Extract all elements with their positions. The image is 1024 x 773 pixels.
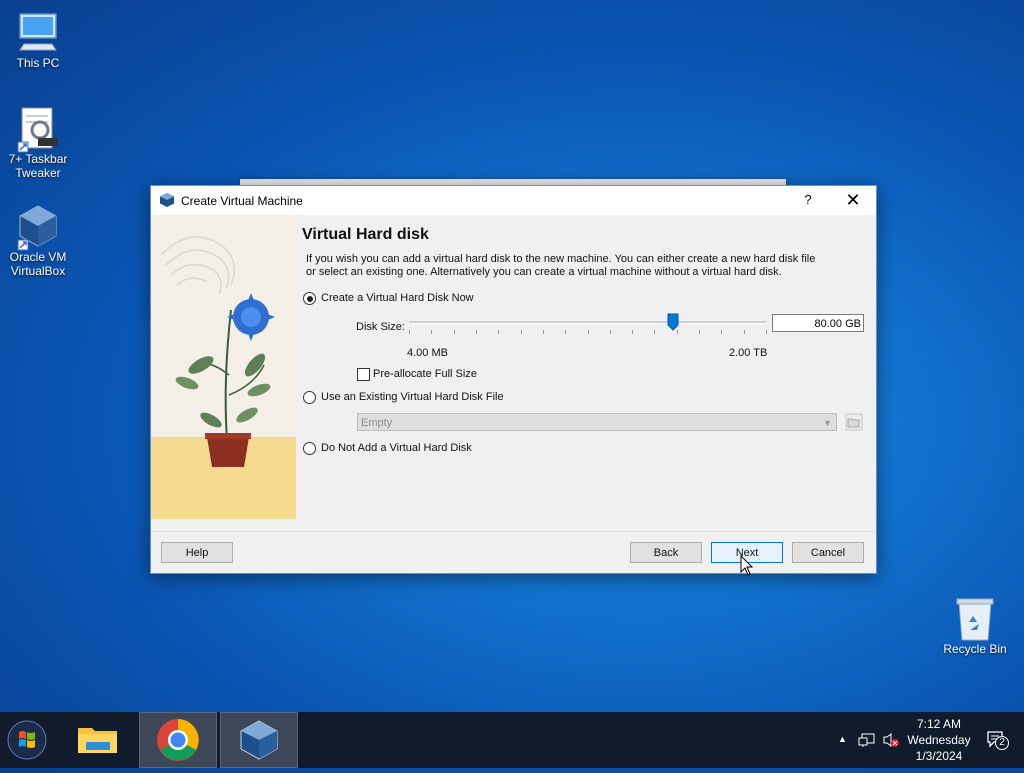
- virtualbox-icon: [240, 720, 278, 760]
- dialog-titlebar[interactable]: Create Virtual Machine ? ✕: [151, 186, 876, 215]
- slider-tick: [409, 330, 410, 334]
- slider-tick: [610, 330, 611, 334]
- existing-disk-value: Empty: [361, 417, 393, 429]
- action-center-button[interactable]: 2: [986, 730, 1016, 752]
- dialog-title: Create Virtual Machine: [181, 194, 303, 208]
- slider-tick: [721, 330, 722, 334]
- radio-use-existing[interactable]: [303, 391, 316, 404]
- disk-size-max-label: 2.00 TB: [729, 347, 768, 359]
- page-description: If you wish you can add a virtual hard d…: [306, 253, 816, 278]
- chevron-down-icon: ▼: [823, 418, 832, 428]
- slider-tick: [565, 330, 566, 334]
- folder-icon: [845, 413, 863, 431]
- disk-size-input[interactable]: 80.00 GB: [772, 314, 864, 332]
- slider-tick: [431, 330, 432, 334]
- desktop-icon-label: Oracle VM VirtualBox: [9, 250, 67, 278]
- disk-size-min-label: 4.00 MB: [407, 347, 448, 359]
- virtualbox-icon: [159, 192, 175, 213]
- taskbar-tweaker-icon: [16, 106, 60, 153]
- slider-tick: [632, 330, 633, 334]
- close-icon[interactable]: ✕: [839, 189, 867, 211]
- desktop-icon-7-taskbar-tweaker[interactable]: 7+ Taskbar Tweaker: [2, 106, 74, 180]
- desktop-icon-virtualbox[interactable]: Oracle VM VirtualBox: [2, 204, 74, 278]
- disk-size-label: Disk Size:: [356, 321, 405, 333]
- slider-tick: [766, 330, 767, 334]
- help-button[interactable]: Help: [161, 542, 233, 563]
- slider-tick: [744, 330, 745, 334]
- taskbar-virtualbox[interactable]: [220, 712, 298, 768]
- desktop-icon-label: Recycle Bin: [943, 642, 1007, 656]
- clock-day: Wednesday: [907, 733, 971, 747]
- slider-tick: [654, 330, 655, 334]
- slider-tick: [699, 330, 700, 334]
- radio-create-disk-label[interactable]: Create a Virtual Hard Disk Now: [321, 292, 474, 304]
- disk-size-slider-thumb[interactable]: [667, 313, 679, 331]
- radio-no-disk[interactable]: [303, 442, 316, 455]
- existing-disk-select[interactable]: Empty ▼: [357, 413, 837, 431]
- radio-no-disk-label[interactable]: Do Not Add a Virtual Hard Disk: [321, 442, 472, 454]
- windows-start-icon: [7, 720, 47, 760]
- radio-create-disk[interactable]: [303, 292, 316, 305]
- disk-size-slider-track[interactable]: [409, 321, 766, 324]
- desktop-icon-label: This PC: [16, 56, 60, 70]
- desktop-icon-label: 7+ Taskbar Tweaker: [8, 152, 68, 180]
- slider-tick: [476, 330, 477, 334]
- volume-muted-icon[interactable]: [882, 732, 900, 751]
- slider-tick: [454, 330, 455, 334]
- slider-tick: [677, 330, 678, 334]
- desktop-icon-recycle-bin[interactable]: Recycle Bin: [939, 596, 1011, 656]
- folder-icon: [78, 728, 117, 753]
- show-hidden-icons-button[interactable]: ▲: [838, 734, 847, 744]
- slider-tick: [498, 330, 499, 334]
- create-vm-dialog: Create Virtual Machine ? ✕ Virtual Hard …: [150, 185, 877, 574]
- clock-date: 1/3/2024: [915, 749, 963, 763]
- virtualbox-icon: [16, 204, 60, 251]
- recycle-bin-icon: [953, 596, 997, 641]
- this-pc-icon: [16, 10, 60, 54]
- chrome-icon: [157, 719, 199, 761]
- clock-time: 7:12 AM: [916, 717, 962, 731]
- cancel-button[interactable]: Cancel: [792, 542, 864, 563]
- choose-disk-file-button[interactable]: [845, 413, 863, 431]
- preallocate-label[interactable]: Pre-allocate Full Size: [373, 368, 477, 380]
- network-icon[interactable]: [858, 732, 876, 751]
- taskbar-file-explorer[interactable]: [60, 712, 136, 768]
- slider-tick: [521, 330, 522, 334]
- system-clock[interactable]: 7:12 AM Wednesday 1/3/2024: [900, 716, 978, 764]
- slider-tick: [543, 330, 544, 334]
- radio-use-existing-label[interactable]: Use an Existing Virtual Hard Disk File: [321, 391, 504, 403]
- footer-divider: [151, 531, 876, 532]
- page-title: Virtual Hard disk: [302, 226, 429, 243]
- back-button[interactable]: Back: [630, 542, 702, 563]
- start-button[interactable]: [0, 712, 56, 768]
- notification-count-badge: 2: [995, 736, 1009, 750]
- taskbar-chrome[interactable]: [139, 712, 217, 768]
- preallocate-checkbox[interactable]: [357, 368, 370, 381]
- wizard-illustration: [151, 215, 296, 519]
- slider-tick: [588, 330, 589, 334]
- help-icon[interactable]: ?: [797, 192, 819, 207]
- mouse-cursor: [740, 554, 754, 582]
- wizard-page: Virtual Hard disk If you wish you can ad…: [302, 215, 874, 517]
- desktop-icon-this-pc[interactable]: This PC: [2, 10, 74, 70]
- taskbar: ▲ 7:12 AM Wednesday 1/3/2024 2: [0, 712, 1024, 768]
